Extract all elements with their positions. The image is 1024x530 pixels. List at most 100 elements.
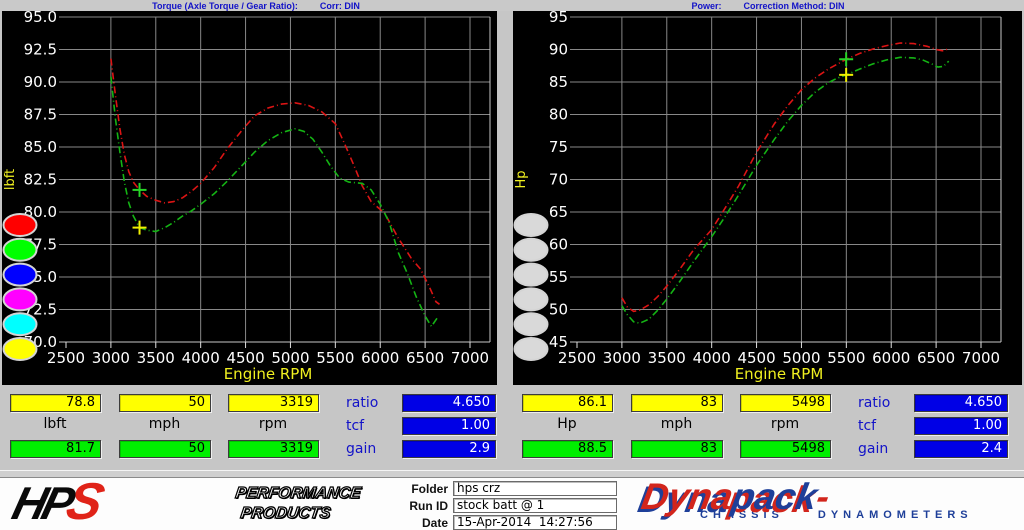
y-tick-label: 60: [549, 236, 568, 254]
hps-logo: HPS: [8, 480, 108, 525]
channel-button-1[interactable]: [515, 214, 548, 236]
dyno-app-window: Torque (Axle Torque / Gear Ratio): Corr:…: [0, 0, 1024, 530]
gain-value: 2.9: [402, 440, 496, 458]
channel-button-6[interactable]: [515, 338, 548, 360]
lbft-curve-red-run: [111, 59, 440, 305]
torque-chart-title: Torque (Axle Torque / Gear Ratio):: [152, 1, 298, 11]
x-tick-label: 3500: [137, 349, 175, 367]
rpm-cursor-green-value: 5498: [740, 440, 831, 458]
Hp-curve-green-run: [622, 57, 949, 323]
gain-value: 2.4: [914, 440, 1008, 458]
x-tick-label: 3000: [92, 349, 130, 367]
date-row: Date 15-Apr-2014 14:27:56: [396, 515, 617, 530]
x-tick-label: 7000: [451, 349, 489, 367]
x-tick-label: 5500: [827, 349, 865, 367]
x-tick-label: 6000: [361, 349, 399, 367]
power-cursor-green-value: 88.5: [522, 440, 613, 458]
x-axis-title: Engine RPM: [735, 365, 824, 383]
ratio-label: ratio: [858, 395, 890, 411]
x-tick-label: 3000: [603, 349, 641, 367]
ratio-value: 4.650: [914, 394, 1008, 412]
folder-label: Folder: [396, 482, 448, 496]
power-correction-label: Correction Method: DIN: [744, 1, 845, 11]
x-tick-label: 3500: [648, 349, 686, 367]
y-tick-label: 82.5: [24, 171, 57, 189]
Hp-chart-canvas[interactable]: 9590858075706560555045250030003500400045…: [513, 11, 1022, 385]
y-tick-label: 70: [549, 171, 568, 189]
torque-chart-panel[interactable]: 95.092.590.087.585.082.580.077.575.072.5…: [2, 11, 497, 385]
rpm-unit-label: rpm: [228, 416, 318, 432]
rpm-cursor-yellow-value: 5498: [740, 394, 831, 412]
tcf-value: 1.00: [914, 417, 1008, 435]
y-tick-label: 85: [549, 73, 568, 91]
y-tick-label: 90.0: [24, 73, 57, 91]
footer-bar: HPS PERFORMANCE PRODUCTS Folder hps crz …: [0, 478, 1024, 530]
tcf-value: 1.00: [402, 417, 496, 435]
speed-unit-label: mph: [631, 416, 722, 432]
footer-divider: [0, 470, 1024, 478]
hps-performance-text: PERFORMANCE: [234, 484, 362, 504]
channel-button-1[interactable]: [4, 214, 37, 236]
x-tick-label: 5500: [316, 349, 354, 367]
channel-button-5[interactable]: [515, 313, 548, 335]
run-id-field[interactable]: stock batt @ 1: [453, 498, 617, 513]
y-tick-label: 95: [549, 11, 568, 26]
folder-row: Folder hps crz: [396, 481, 617, 496]
power-chart-title: Power:: [691, 1, 721, 11]
run-id-label: Run ID: [396, 499, 448, 513]
speed-unit-label: mph: [119, 416, 210, 432]
torque-cursor-yellow-value: 78.8: [10, 394, 101, 412]
cursor-marker-1[interactable]: [839, 68, 853, 82]
channel-button-2[interactable]: [4, 239, 37, 261]
x-tick-label: 2500: [558, 349, 596, 367]
power-chart-panel[interactable]: 9590858075706560555045250030003500400045…: [513, 11, 1022, 385]
y-axis-title: Hp: [514, 170, 529, 188]
channel-button-3[interactable]: [4, 264, 37, 286]
channel-button-4[interactable]: [4, 288, 37, 310]
power-unit-label: Hp: [522, 416, 612, 432]
torque-cursor-green-value: 81.7: [10, 440, 101, 458]
rpm-cursor-green-value: 3319: [228, 440, 319, 458]
y-tick-label: 80: [549, 106, 568, 124]
x-tick-label: 6500: [406, 349, 444, 367]
power-cursor-yellow-value: 86.1: [522, 394, 613, 412]
hps-logo-words: PERFORMANCE PRODUCTS: [231, 484, 362, 524]
tcf-label: tcf: [346, 418, 364, 434]
cursor-marker-1[interactable]: [133, 221, 147, 235]
tcf-label: tcf: [858, 418, 876, 434]
date-label: Date: [396, 516, 448, 530]
power-chart-header: Power: Correction Method: DIN: [512, 0, 1024, 11]
speed-cursor-yellow-value: 83: [631, 394, 723, 412]
x-tick-label: 2500: [47, 349, 85, 367]
torque-unit-label: lbft: [10, 416, 100, 432]
Hp-curve-red-run: [622, 43, 949, 311]
channel-button-5[interactable]: [4, 313, 37, 335]
torque-chart-header: Torque (Axle Torque / Gear Ratio): Corr:…: [0, 0, 512, 11]
rpm-unit-label: rpm: [740, 416, 830, 432]
channel-button-6[interactable]: [4, 338, 37, 360]
channel-button-3[interactable]: [515, 264, 548, 286]
x-tick-label: 4000: [182, 349, 220, 367]
speed-cursor-green-value: 50: [119, 440, 211, 458]
ratio-label: ratio: [346, 395, 378, 411]
channel-button-4[interactable]: [515, 288, 548, 310]
folder-field[interactable]: hps crz: [453, 481, 617, 496]
readout-tables: 78.8 50 3319 lbft mph rpm 81.7 50 3319 r…: [0, 385, 1024, 470]
cursor-marker-0[interactable]: [839, 52, 853, 66]
speed-cursor-yellow-value: 50: [119, 394, 211, 412]
y-axis-title: lbft: [3, 169, 18, 190]
y-tick-label: 75: [549, 138, 568, 156]
y-tick-label: 95.0: [24, 11, 57, 26]
run-id-row: Run ID stock batt @ 1: [396, 498, 617, 513]
dynapack-wordmark: Dynapack-: [639, 478, 976, 516]
date-field[interactable]: 15-Apr-2014 14:27:56: [453, 515, 617, 530]
x-tick-label: 6500: [917, 349, 955, 367]
lbft-chart-canvas[interactable]: 95.092.590.087.585.082.580.077.575.072.5…: [2, 11, 497, 385]
rpm-cursor-yellow-value: 3319: [228, 394, 319, 412]
y-tick-label: 65: [549, 203, 568, 221]
torque-correction-label: Corr: DIN: [320, 1, 360, 11]
x-axis-title: Engine RPM: [224, 365, 313, 383]
dynapack-pack-text: pack: [729, 476, 821, 517]
dynapack-dyna-text: Dyna: [638, 476, 736, 517]
channel-button-2[interactable]: [515, 239, 548, 261]
